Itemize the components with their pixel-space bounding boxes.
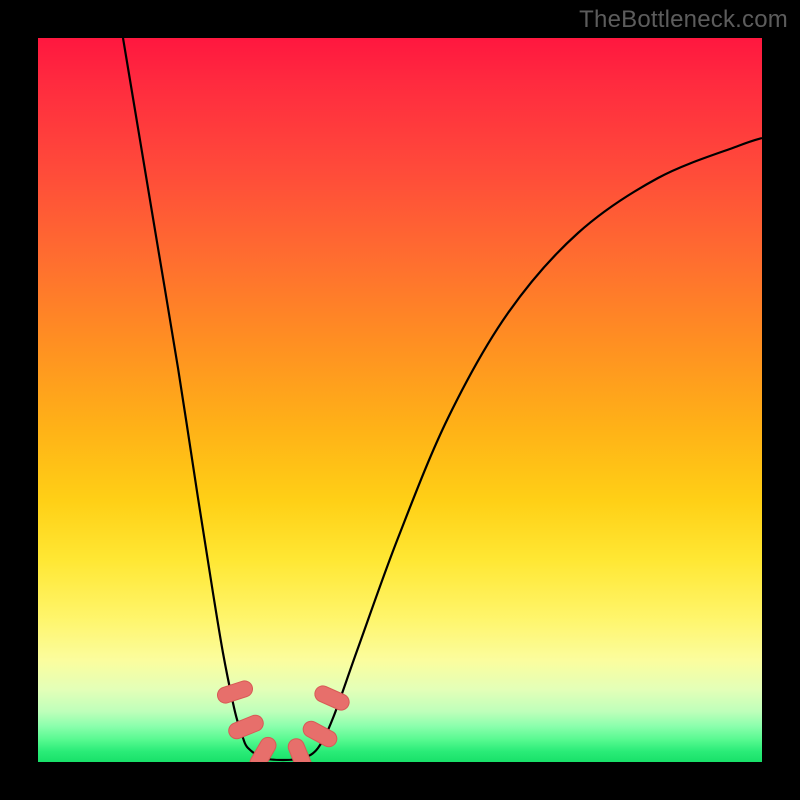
curve-marker <box>247 734 279 762</box>
curve-line <box>123 38 762 760</box>
chart-frame: TheBottleneck.com <box>0 0 800 800</box>
bottleneck-curve <box>38 38 762 762</box>
plot-area <box>38 38 762 762</box>
curve-marker <box>286 736 314 762</box>
curve-marker <box>215 679 254 705</box>
curve-marker <box>226 713 265 741</box>
curve-marker <box>312 683 351 712</box>
watermark-text: TheBottleneck.com <box>579 6 788 34</box>
